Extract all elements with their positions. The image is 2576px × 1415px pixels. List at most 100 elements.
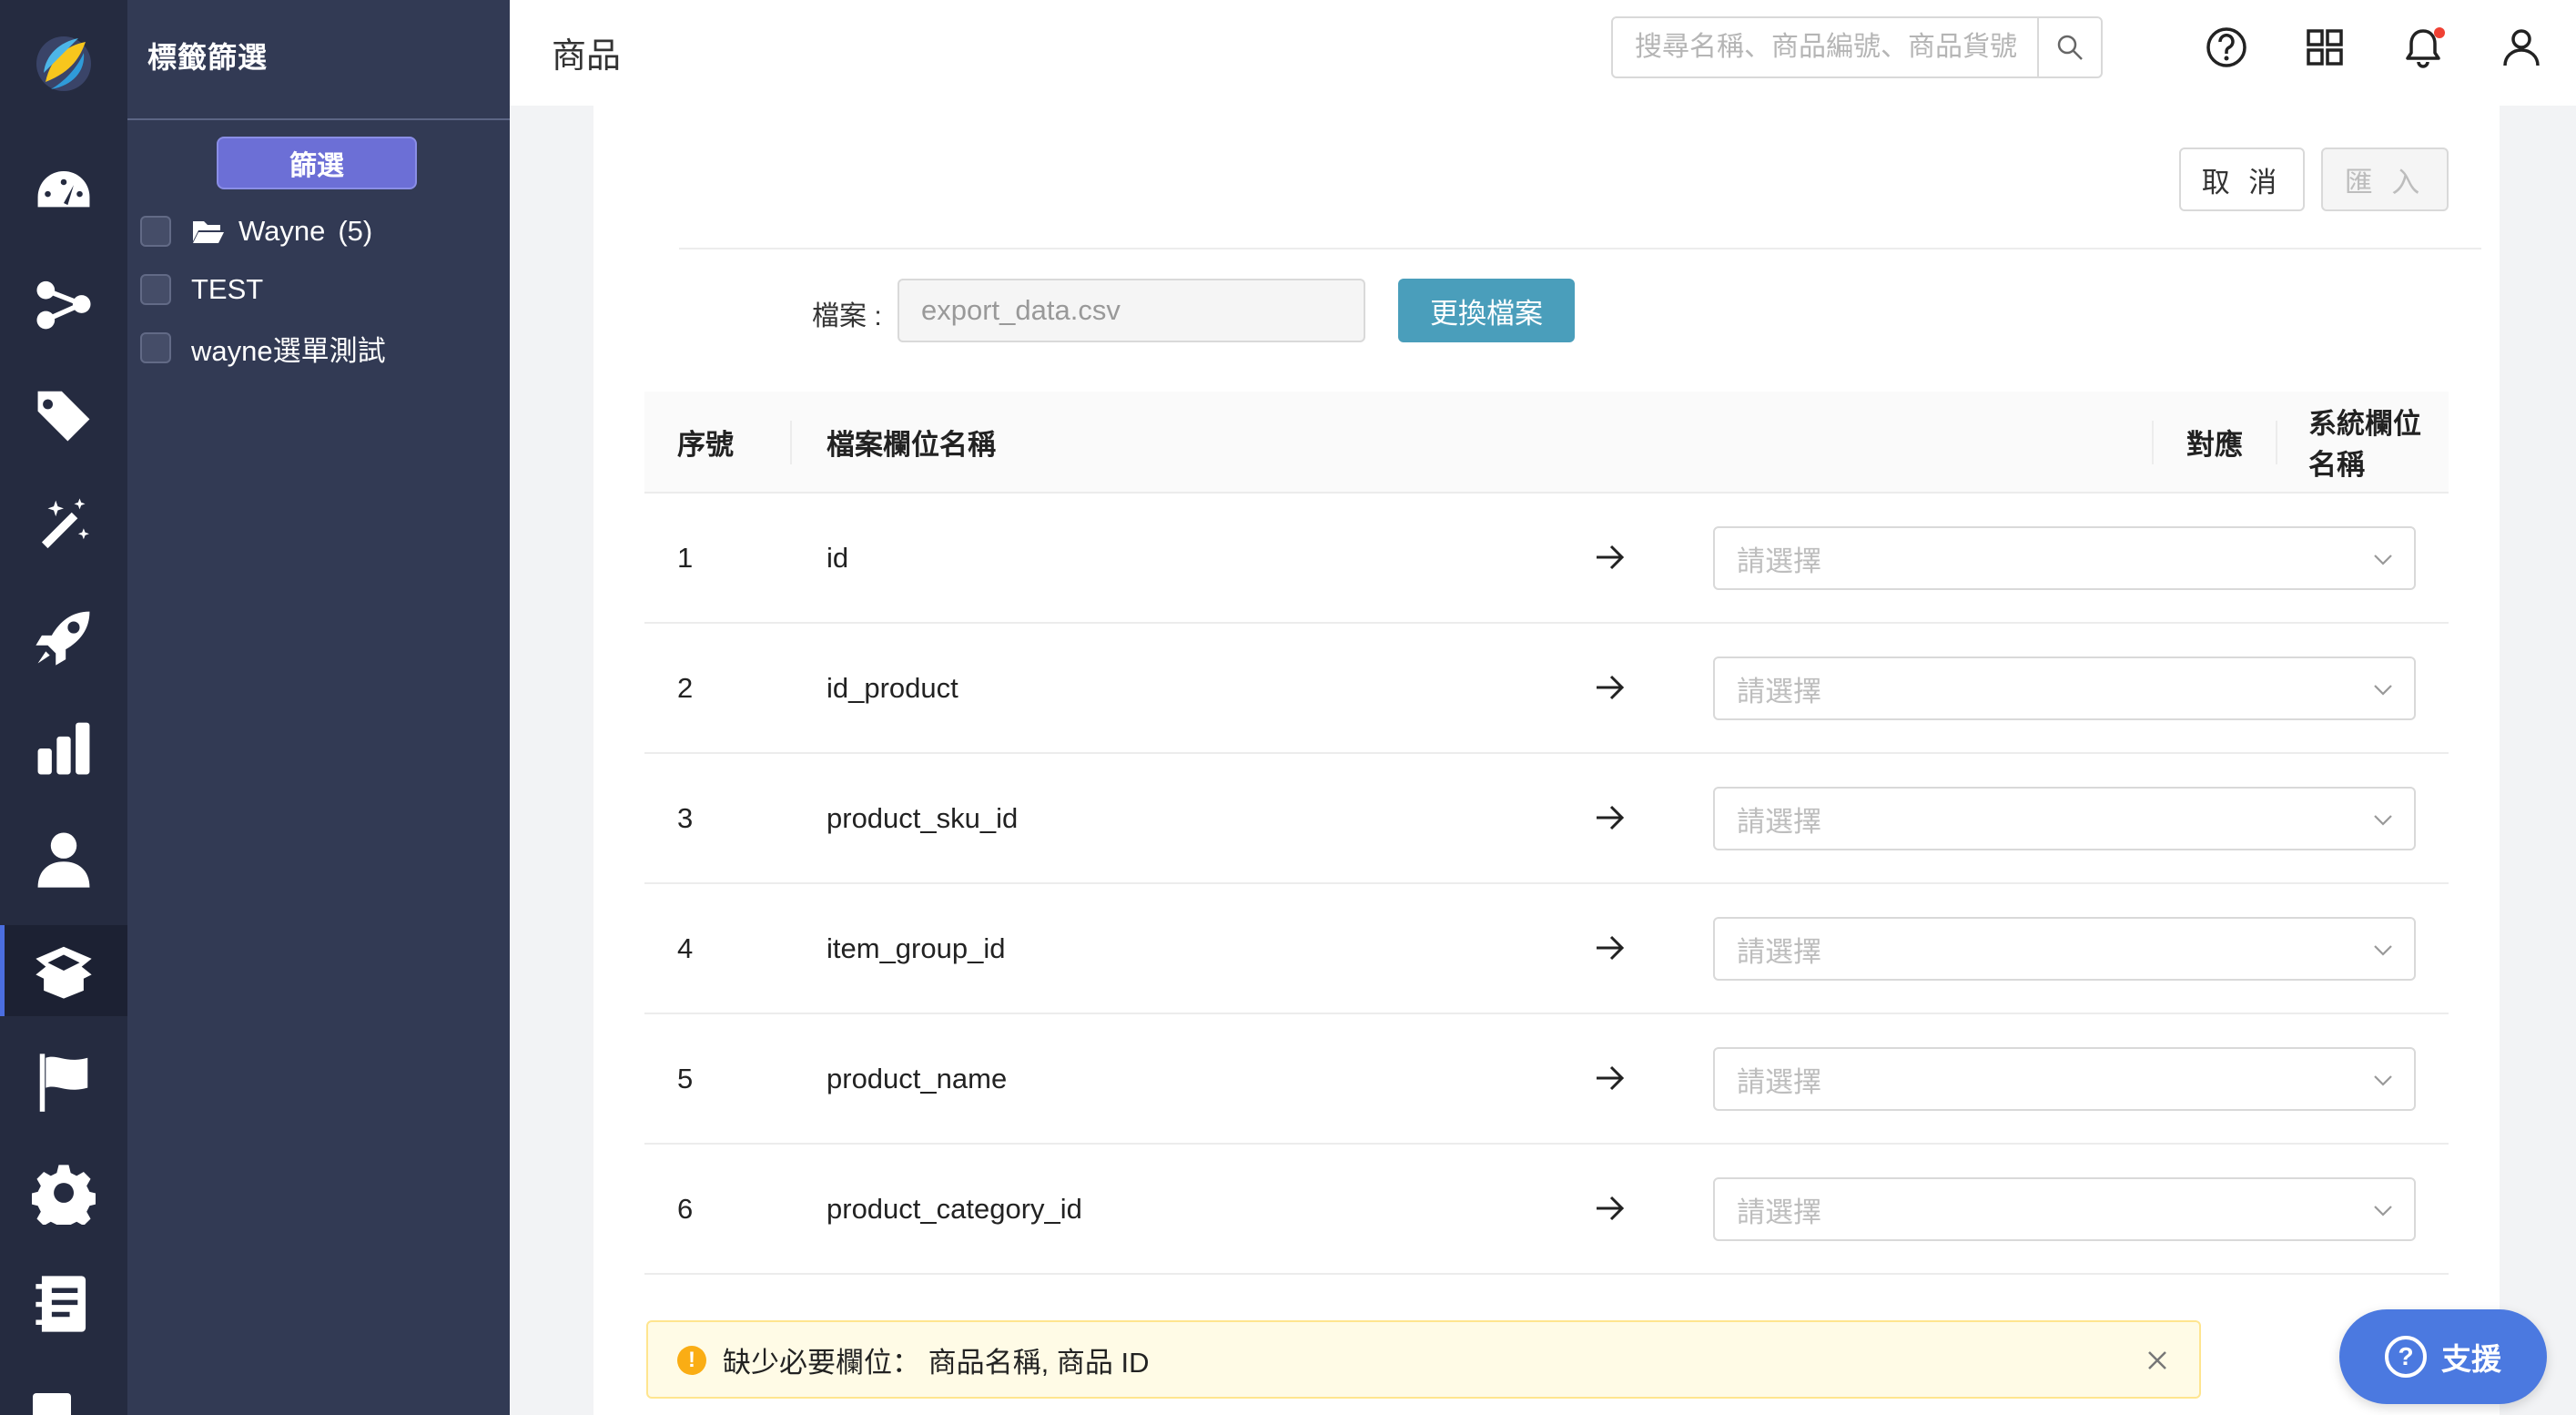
nav-magic[interactable] — [0, 481, 127, 572]
tag-label: Wayne — [238, 215, 326, 247]
file-name-field: export_data.csv — [898, 279, 1365, 342]
select-placeholder: 請選擇 — [1737, 1196, 1821, 1228]
row-number: 6 — [677, 1192, 694, 1225]
page-title: 商品 — [552, 37, 622, 76]
user-outline-icon — [2503, 29, 2540, 66]
tag-checkbox[interactable] — [140, 332, 171, 363]
chevron-down-icon — [2374, 1206, 2392, 1216]
nav-reports[interactable] — [0, 703, 127, 794]
search-input[interactable] — [1613, 18, 2041, 76]
header-divider — [2152, 421, 2154, 464]
select-placeholder: 請選擇 — [1737, 675, 1821, 708]
header-system-field: 系統欄位名稱 — [2308, 408, 2421, 481]
rocket-icon — [35, 611, 90, 666]
help-button[interactable] — [2203, 24, 2250, 71]
tag-item-wayne-menu-test[interactable]: wayne選單測試 — [140, 328, 386, 368]
nav-rail — [0, 0, 127, 1415]
dashboard-icon — [37, 170, 90, 208]
system-field-select[interactable]: 請選擇 — [1713, 657, 2416, 720]
table-row: 1 id 請選擇 — [644, 494, 2449, 624]
system-field-select[interactable]: 請選擇 — [1713, 917, 2416, 981]
table-row: 6 product_category_id 請選擇 — [644, 1145, 2449, 1275]
nav-more-icon[interactable] — [33, 1393, 71, 1415]
filter-button[interactable]: 篩選 — [217, 137, 417, 189]
row-number: 1 — [677, 541, 694, 574]
import-card: 取 消 匯 入 檔案 : export_data.csv 更換檔案 序號 檔案欄… — [593, 106, 2500, 1415]
nav-notes[interactable] — [0, 1258, 127, 1349]
file-field-name: item_group_id — [827, 931, 1006, 964]
chevron-down-icon — [2374, 815, 2392, 826]
account-button[interactable] — [2498, 24, 2545, 71]
nav-campaigns[interactable] — [0, 1036, 127, 1127]
chevron-down-icon — [2374, 555, 2392, 565]
row-number: 5 — [677, 1062, 694, 1094]
arrow-right-icon — [1597, 805, 1625, 830]
chevron-down-icon — [2374, 1075, 2392, 1086]
file-field-name: product_category_id — [827, 1192, 1082, 1225]
chevron-down-icon — [2374, 685, 2392, 696]
tag-item-wayne[interactable]: Wayne (5) — [140, 211, 372, 251]
search-button[interactable] — [2037, 18, 2101, 76]
notifications-button[interactable] — [2399, 24, 2447, 71]
header-divider — [2276, 421, 2277, 464]
arrow-right-icon — [1597, 1196, 1625, 1221]
file-field-name: id — [827, 541, 849, 574]
arrow-right-icon — [1597, 1065, 1625, 1091]
help-circle-icon: ? — [2385, 1336, 2427, 1378]
system-field-select[interactable]: 請選擇 — [1713, 526, 2416, 590]
row-number: 4 — [677, 931, 694, 964]
nav-members[interactable] — [0, 814, 127, 905]
nav-rocket[interactable] — [0, 592, 127, 683]
arrow-right-icon — [1597, 675, 1625, 700]
support-label: 支援 — [2441, 1342, 2501, 1376]
row-number: 3 — [677, 801, 694, 834]
folder-open-icon — [191, 218, 226, 245]
select-placeholder: 請選擇 — [1737, 545, 1821, 577]
header-file-field: 檔案欄位名稱 — [827, 428, 996, 461]
notebook-icon — [35, 1276, 86, 1332]
tag-count: (5) — [338, 215, 373, 247]
table-row: 5 product_name 請選擇 — [644, 1014, 2449, 1145]
support-button[interactable]: ? 支援 — [2339, 1309, 2547, 1404]
missing-fields-alert: ! 缺少必要欄位： 商品名稱, 商品 ID — [646, 1320, 2201, 1399]
tag-checkbox[interactable] — [140, 274, 171, 305]
select-placeholder: 請選擇 — [1737, 1065, 1821, 1098]
action-divider — [679, 248, 2481, 249]
nav-tags[interactable] — [0, 370, 127, 461]
tag-label: TEST — [191, 273, 264, 305]
cancel-button[interactable]: 取 消 — [2179, 148, 2305, 211]
alert-message: 缺少必要欄位： 商品名稱, 商品 ID — [723, 1346, 1150, 1379]
mapping-table-header: 序號 檔案欄位名稱 對應 系統欄位名稱 — [644, 392, 2449, 494]
gear-icon — [32, 1165, 96, 1225]
magic-wand-icon — [41, 498, 89, 549]
file-label: 檔案 : — [812, 301, 882, 331]
flag-icon — [39, 1054, 88, 1112]
table-row: 2 id_product 請選擇 — [644, 624, 2449, 754]
change-file-button[interactable]: 更換檔案 — [1398, 279, 1575, 342]
arrow-right-icon — [1597, 935, 1625, 961]
nav-dashboard[interactable] — [0, 148, 127, 239]
file-field-name: product_name — [827, 1062, 1008, 1094]
nav-share[interactable] — [0, 259, 127, 350]
tag-checkbox[interactable] — [140, 216, 171, 247]
header-map: 對應 — [2186, 428, 2243, 461]
apps-button[interactable] — [2301, 24, 2348, 71]
search-icon — [2057, 35, 2083, 60]
tag-panel-divider — [127, 118, 510, 120]
help-icon — [2206, 27, 2246, 67]
tag-item-test[interactable]: TEST — [140, 270, 263, 310]
app-logo[interactable] — [33, 29, 95, 98]
table-row: 3 product_sku_id 請選擇 — [644, 754, 2449, 884]
tag-icon — [37, 391, 90, 442]
system-field-select[interactable]: 請選擇 — [1713, 787, 2416, 850]
nav-settings[interactable] — [0, 1147, 127, 1238]
close-icon[interactable] — [2146, 1349, 2168, 1371]
file-field-name: product_sku_id — [827, 801, 1019, 834]
warning-icon: ! — [677, 1346, 706, 1375]
chevron-down-icon — [2374, 945, 2392, 956]
nav-products[interactable] — [0, 925, 127, 1016]
system-field-select[interactable]: 請選擇 — [1713, 1047, 2416, 1111]
import-button[interactable]: 匯 入 — [2321, 148, 2449, 211]
system-field-select[interactable]: 請選擇 — [1713, 1177, 2416, 1241]
row-number: 2 — [677, 671, 694, 704]
